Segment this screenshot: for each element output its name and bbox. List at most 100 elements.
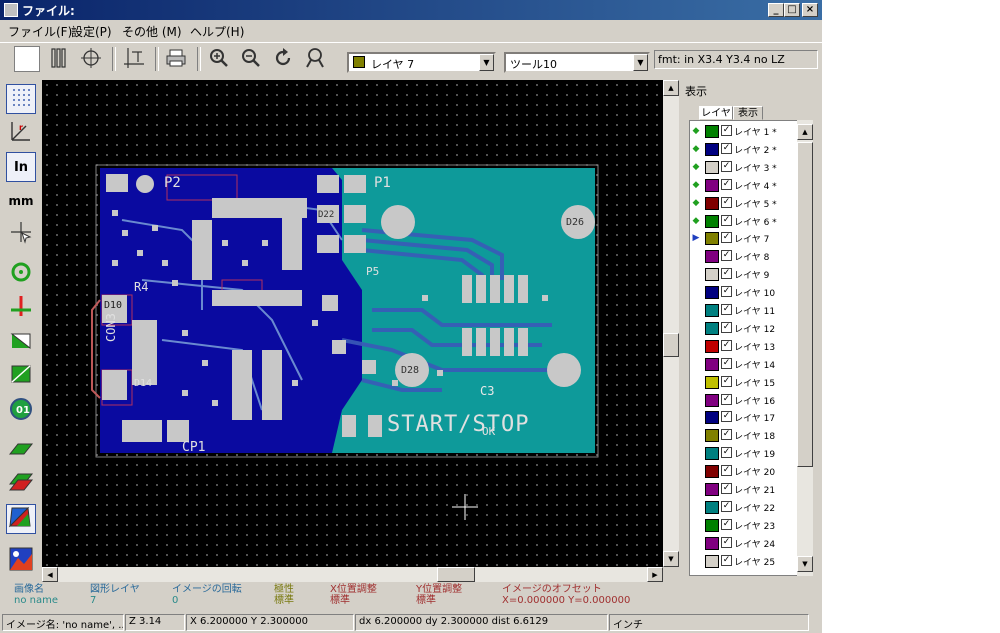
- layer-color-swatch[interactable]: [705, 304, 719, 317]
- layer-row[interactable]: ◆ ✓ レイヤ 1 *: [690, 123, 798, 141]
- layer-visible-checkbox[interactable]: ✓: [721, 339, 732, 351]
- layer-color-swatch[interactable]: [705, 339, 719, 353]
- maximize-button[interactable]: □: [784, 3, 800, 17]
- zoom-fit-icon[interactable]: [302, 46, 328, 72]
- layer-color-swatch[interactable]: [705, 357, 719, 371]
- layer-color-swatch[interactable]: [705, 483, 719, 496]
- tab-layers[interactable]: レイヤ: [699, 106, 733, 120]
- snap-cursor-icon[interactable]: [6, 220, 36, 250]
- layer-visible-checkbox[interactable]: ✓: [721, 250, 732, 262]
- horizontal-scroll-thumb[interactable]: [437, 567, 475, 582]
- menu-help[interactable]: ヘルプ(H): [190, 23, 244, 40]
- layer-visible-checkbox[interactable]: ✓: [721, 286, 732, 298]
- scroll-left-icon[interactable]: ◀: [42, 567, 58, 582]
- layer-visible-checkbox[interactable]: ✓: [721, 142, 732, 154]
- layer-color-swatch[interactable]: [705, 429, 719, 443]
- layer-scroll-thumb[interactable]: [797, 142, 813, 467]
- menu-settings[interactable]: 設定(P): [71, 23, 112, 40]
- fill-area-icon[interactable]: [6, 362, 36, 392]
- layer-stack-2-icon[interactable]: [6, 470, 36, 500]
- scroll-down-icon[interactable]: ▼: [797, 556, 813, 572]
- drill-hole-icon[interactable]: 01: [6, 396, 36, 426]
- layer-color-swatch[interactable]: [705, 178, 719, 192]
- layer-row[interactable]: ◆ ✓ レイヤ 5 *: [690, 195, 798, 213]
- layer-row[interactable]: ✓ レイヤ 10: [690, 284, 798, 302]
- layer-row[interactable]: ◆ ✓ レイヤ 2 *: [690, 141, 798, 159]
- layer-select[interactable]: レイヤ 7 ▼: [347, 52, 496, 73]
- canvas-vertical-scrollbar[interactable]: ▲ ▼: [663, 80, 679, 567]
- layer-visible-checkbox[interactable]: ✓: [721, 268, 732, 280]
- layer-row[interactable]: ✓ レイヤ 13: [690, 338, 798, 356]
- layer-color-swatch[interactable]: [705, 268, 719, 282]
- layer-visible-checkbox[interactable]: ✓: [721, 429, 732, 441]
- layer-color-swatch[interactable]: [705, 500, 719, 514]
- layer-color-swatch[interactable]: [705, 447, 719, 461]
- layer-color-swatch[interactable]: [705, 321, 719, 335]
- layer-visible-checkbox[interactable]: ✓: [721, 232, 732, 244]
- layer-row[interactable]: ✓ レイヤ 20: [690, 463, 798, 481]
- layer-list-scrollbar[interactable]: ▲ ▼: [797, 120, 813, 576]
- layer-row[interactable]: ✓ レイヤ 17: [690, 409, 798, 427]
- layer-visible-checkbox[interactable]: ✓: [721, 554, 732, 566]
- zoom-in-icon[interactable]: [206, 46, 232, 72]
- layer-row[interactable]: ✓ レイヤ 24: [690, 535, 798, 553]
- layer-color-swatch[interactable]: [705, 232, 719, 246]
- trace-tool-icon[interactable]: [6, 294, 36, 324]
- layer-color-swatch[interactable]: [705, 518, 719, 532]
- app-icon[interactable]: [4, 3, 18, 17]
- layer-visible-checkbox[interactable]: ✓: [721, 465, 732, 477]
- chevron-down-icon[interactable]: ▼: [633, 54, 648, 71]
- layer-row[interactable]: ◆ ✓ レイヤ 3 *: [690, 159, 798, 177]
- scroll-up-icon[interactable]: ▲: [663, 80, 679, 96]
- flash-pad-icon[interactable]: [6, 260, 36, 290]
- measure-icon[interactable]: [121, 46, 147, 72]
- layer-visible-checkbox[interactable]: ✓: [721, 483, 732, 494]
- layer-visible-checkbox[interactable]: ✓: [721, 304, 732, 315]
- target-icon[interactable]: [78, 46, 104, 72]
- scroll-up-icon[interactable]: ▲: [797, 124, 813, 140]
- layer-visible-checkbox[interactable]: ✓: [721, 518, 732, 530]
- layer-color-swatch[interactable]: [705, 125, 719, 138]
- layer-visible-checkbox[interactable]: ✓: [721, 125, 732, 136]
- menu-file[interactable]: ファイル(F): [8, 23, 72, 40]
- layer-row[interactable]: ✓ レイヤ 11: [690, 302, 798, 320]
- layer-visible-checkbox[interactable]: ✓: [721, 160, 732, 172]
- vertical-scroll-thumb[interactable]: [663, 333, 679, 357]
- pcb-canvas[interactable]: START/STOP P1 P2 C3 CP1 CON3 D10 D14 D26…: [42, 80, 663, 567]
- layer-stack-1-icon[interactable]: [6, 436, 36, 466]
- layer-color-swatch[interactable]: [705, 393, 719, 407]
- layer-row[interactable]: ▶ ✓ レイヤ 7: [690, 230, 798, 248]
- layer-color-swatch[interactable]: [705, 411, 719, 425]
- layer-row[interactable]: ◆ ✓ レイヤ 4 *: [690, 177, 798, 195]
- layer-row[interactable]: ◆ ✓ レイヤ 6 *: [690, 213, 798, 231]
- polygon-tool-icon[interactable]: [6, 328, 36, 358]
- inch-units-icon[interactable]: In: [6, 152, 36, 182]
- layer-row[interactable]: ✓ レイヤ 12: [690, 320, 798, 338]
- mm-units-icon[interactable]: mm: [6, 186, 36, 216]
- layer-color-swatch[interactable]: [705, 536, 719, 550]
- layer-color-swatch[interactable]: [705, 286, 719, 300]
- drill-pattern-icon[interactable]: [46, 46, 72, 72]
- layer-stack-3-icon[interactable]: [6, 504, 36, 534]
- layer-visible-checkbox[interactable]: ✓: [721, 447, 732, 459]
- image-view-icon[interactable]: [6, 546, 36, 576]
- layer-color-swatch[interactable]: [705, 554, 719, 568]
- tool-select[interactable]: ツール10 ▼: [504, 52, 650, 73]
- layer-row[interactable]: ✓ レイヤ 14: [690, 356, 798, 374]
- layer-visible-checkbox[interactable]: ✓: [721, 375, 732, 387]
- layer-color-swatch[interactable]: [705, 250, 719, 264]
- print-icon[interactable]: [163, 46, 189, 72]
- grid-toggle-icon[interactable]: [6, 84, 36, 114]
- chevron-down-icon[interactable]: ▼: [479, 54, 494, 71]
- scroll-right-icon[interactable]: ▶: [647, 567, 663, 582]
- title-bar[interactable]: ファイル: _ □ ×: [0, 0, 822, 20]
- polar-coords-icon[interactable]: r: [6, 118, 36, 148]
- layer-color-swatch[interactable]: [705, 196, 719, 210]
- layer-visible-checkbox[interactable]: ✓: [721, 357, 732, 369]
- layer-row[interactable]: ✓ レイヤ 16: [690, 392, 798, 410]
- layer-color-swatch[interactable]: [705, 465, 719, 479]
- layer-row[interactable]: ✓ レイヤ 8: [690, 248, 798, 266]
- scroll-down-icon[interactable]: ▼: [663, 551, 679, 567]
- layer-visible-checkbox[interactable]: ✓: [721, 214, 732, 226]
- layer-visible-checkbox[interactable]: ✓: [721, 321, 732, 333]
